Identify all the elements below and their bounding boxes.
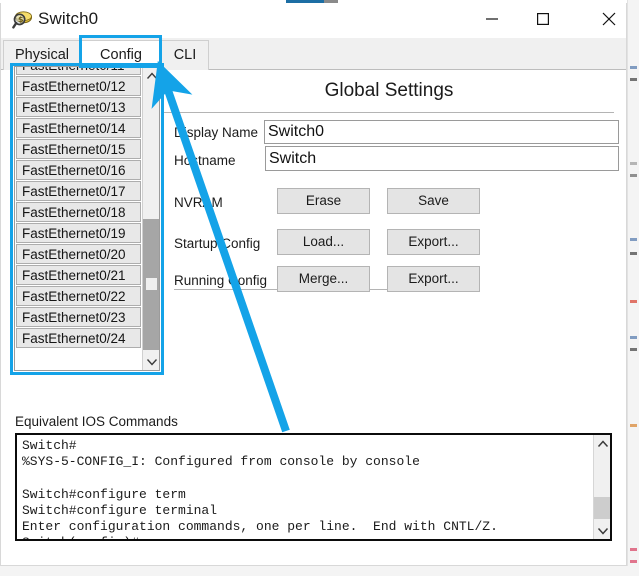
ios-commands-label: Equivalent IOS Commands [15, 414, 178, 429]
startup-config-load-button[interactable]: Load... [277, 229, 370, 255]
maximize-icon [536, 13, 549, 25]
desktop-backdrop-right [627, 0, 639, 576]
chevron-down-icon [146, 358, 157, 365]
list-item[interactable]: FastEthernet0/17 [16, 181, 141, 201]
hostname-label: Hostname [174, 153, 236, 168]
running-config-merge-button[interactable]: Merge... [277, 266, 370, 292]
tab-physical-label: Physical [15, 47, 69, 63]
ios-scroll-up-button[interactable] [594, 435, 610, 452]
scrollbar-grip [146, 278, 157, 290]
list-item[interactable]: FastEthernet0/22 [16, 286, 141, 306]
list-item[interactable]: FastEthernet0/19 [16, 223, 141, 243]
running-config-label: Running Config [174, 273, 268, 288]
chevron-up-icon [146, 72, 157, 79]
ios-scrollbar-thumb[interactable] [594, 497, 610, 519]
maximize-button[interactable] [520, 3, 565, 35]
switch-device-window: $ Switch0 Physical Config CLI FastEthern… [0, 3, 627, 566]
nvram-save-button[interactable]: Save [387, 188, 480, 214]
nvram-erase-button[interactable]: Erase [277, 188, 370, 214]
scroll-down-button[interactable] [143, 353, 159, 370]
minimize-icon [485, 18, 498, 20]
ios-commands-console[interactable]: Switch# %SYS-5-CONFIG_I: Configured from… [15, 433, 612, 541]
list-item[interactable]: FastEthernet0/11 [16, 67, 141, 75]
interface-list[interactable]: FastEthernet0/11 FastEthernet0/12 FastEt… [14, 66, 160, 371]
list-item[interactable]: FastEthernet0/15 [16, 139, 141, 159]
divider-top [164, 112, 614, 113]
close-icon [602, 12, 615, 26]
global-settings-panel: Global Settings Display Name Hostname NV… [164, 70, 619, 375]
tab-config-label: Config [100, 47, 142, 63]
screenshot-root: $ Switch0 Physical Config CLI FastEthern… [0, 0, 639, 576]
startup-config-label: Startup Config [174, 236, 261, 251]
ios-scroll-down-button[interactable] [594, 522, 610, 539]
scrollbar-thumb[interactable] [143, 219, 159, 350]
startup-config-export-button[interactable]: Export... [387, 229, 480, 255]
scroll-up-button[interactable] [143, 67, 159, 84]
chevron-up-icon [597, 440, 608, 447]
list-item[interactable]: FastEthernet0/13 [16, 97, 141, 117]
nvram-label: NVRAM [174, 195, 223, 210]
display-name-input[interactable] [264, 120, 619, 144]
tab-cli-label: CLI [173, 47, 197, 63]
hostname-input[interactable] [265, 146, 619, 171]
desktop-backdrop-bottom [0, 566, 639, 576]
list-item[interactable]: FastEthernet0/14 [16, 118, 141, 138]
interface-list-scrollbar[interactable] [142, 67, 159, 370]
ios-console-scrollbar[interactable] [593, 435, 610, 539]
list-item[interactable]: FastEthernet0/24 [16, 328, 141, 348]
chevron-down-icon [597, 527, 608, 534]
display-name-label: Display Name [174, 125, 259, 140]
list-item[interactable]: FastEthernet0/12 [16, 76, 141, 96]
config-tab-content: FastEthernet0/11 FastEthernet0/12 FastEt… [1, 63, 626, 565]
device-inspector-icon: $ [12, 10, 33, 31]
list-item[interactable]: FastEthernet0/16 [16, 160, 141, 180]
svg-text:$: $ [18, 15, 24, 24]
close-button[interactable] [586, 3, 631, 35]
ios-commands-text: Switch# %SYS-5-CONFIG_I: Configured from… [22, 438, 498, 539]
title-bar: $ Switch0 [1, 3, 626, 38]
tab-cli[interactable]: CLI [161, 40, 209, 70]
minimize-button[interactable] [469, 3, 514, 35]
interface-list-items: FastEthernet0/11 FastEthernet0/12 FastEt… [15, 67, 142, 349]
list-item[interactable]: FastEthernet0/21 [16, 265, 141, 285]
page-title: Global Settings [324, 80, 454, 101]
window-title: Switch0 [38, 9, 99, 28]
list-item[interactable]: FastEthernet0/18 [16, 202, 141, 222]
list-item[interactable]: FastEthernet0/20 [16, 244, 141, 264]
running-config-export-button[interactable]: Export... [387, 266, 480, 292]
list-item[interactable]: FastEthernet0/23 [16, 307, 141, 327]
